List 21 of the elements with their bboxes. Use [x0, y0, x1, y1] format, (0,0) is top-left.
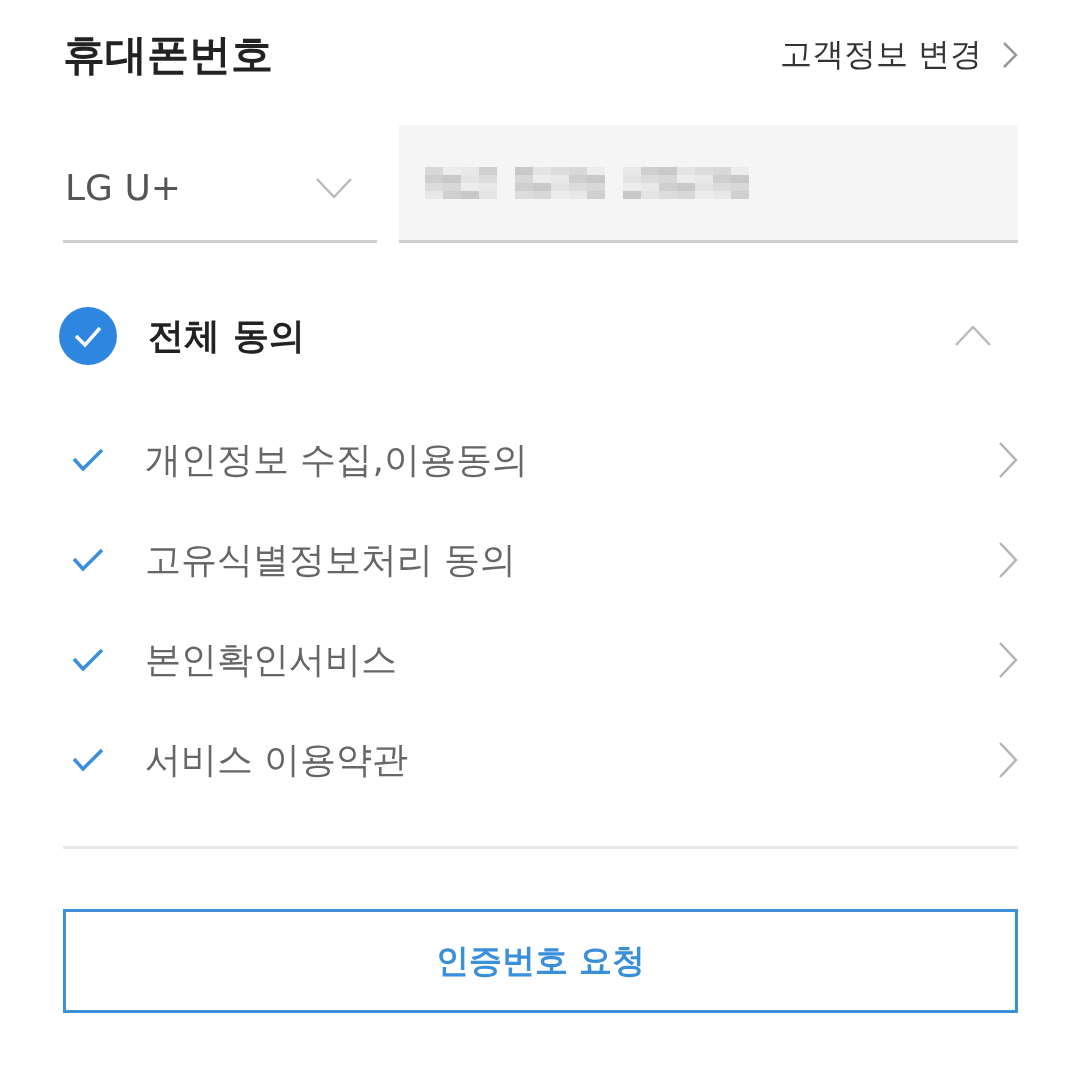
- chevron-down-icon: [315, 176, 353, 199]
- check-icon[interactable]: [72, 648, 104, 672]
- chevron-right-icon[interactable]: [998, 441, 1018, 479]
- carrier-select[interactable]: LG U+: [63, 125, 377, 243]
- check-icon[interactable]: [72, 548, 104, 572]
- agreement-label: 서비스 이용약관: [145, 737, 409, 782]
- chevron-right-icon[interactable]: [998, 641, 1018, 679]
- chevron-right-icon[interactable]: [998, 741, 1018, 779]
- agreement-label: 본인확인서비스: [145, 637, 397, 682]
- agree-all-label: 전체 동의: [148, 313, 305, 358]
- phone-input-field[interactable]: [399, 125, 1018, 243]
- chevron-right-icon[interactable]: [998, 541, 1018, 579]
- check-icon[interactable]: [72, 448, 104, 472]
- chevron-right-icon: [1002, 41, 1018, 69]
- check-circle-icon[interactable]: [59, 307, 117, 365]
- chevron-up-icon[interactable]: [954, 325, 992, 347]
- change-info-link[interactable]: 고객정보 변경: [779, 33, 1018, 77]
- agreement-label: 고유식별정보처리 동의: [145, 537, 517, 582]
- section-title: 휴대폰번호: [63, 29, 273, 81]
- check-icon[interactable]: [72, 748, 104, 772]
- agreement-label: 개인정보 수집,이용동의: [145, 437, 528, 482]
